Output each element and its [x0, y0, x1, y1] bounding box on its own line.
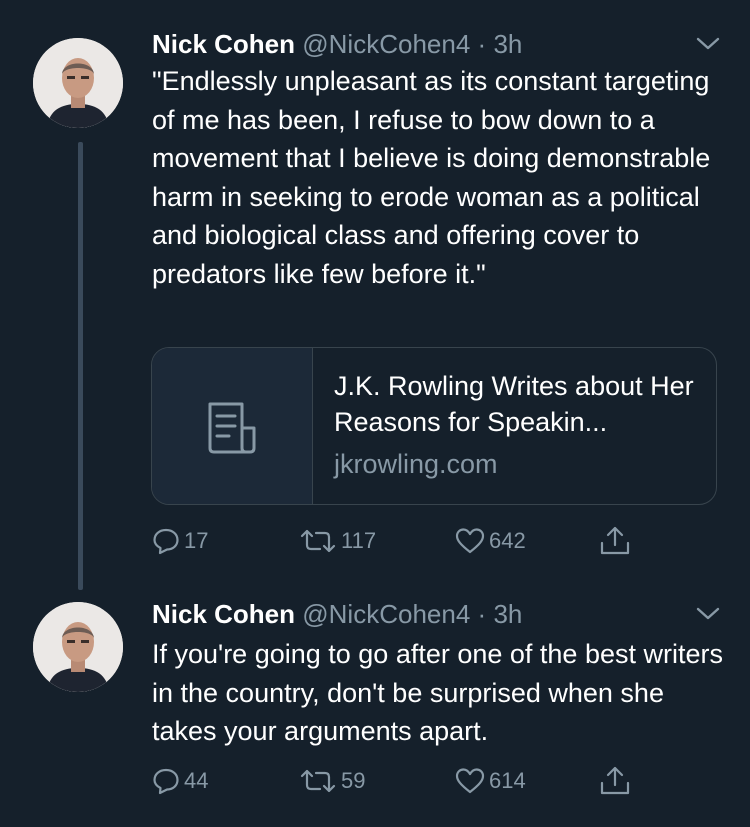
share-button[interactable] [598, 524, 632, 558]
like-button[interactable]: 614 [455, 764, 526, 798]
like-count: 642 [489, 528, 526, 553]
link-card-thumbnail [152, 348, 313, 504]
link-card-title: J.K. Rowling Writes about Her Reasons fo… [334, 371, 694, 437]
retweet-count: 117 [341, 528, 377, 553]
author-handle[interactable]: @NickCohen4 [302, 29, 470, 59]
retweet-button[interactable]: 117 [299, 524, 376, 558]
author-name[interactable]: Nick Cohen [152, 599, 295, 629]
avatar-photo-icon [33, 602, 123, 692]
link-card-domain: jkrowling.com [334, 449, 498, 479]
tweet-time[interactable]: 3h [493, 29, 522, 59]
author-handle[interactable]: @NickCohen4 [302, 599, 470, 629]
separator-dot: · [477, 29, 487, 59]
retweet-icon [300, 529, 336, 553]
tweet-text: If you're going to go after one of the b… [152, 639, 723, 746]
chevron-down-icon[interactable] [694, 34, 722, 54]
reply-icon [153, 528, 179, 555]
like-count: 614 [489, 768, 526, 793]
tweet-header: Nick Cohen @NickCohen4 · 3h [152, 28, 522, 60]
share-button[interactable] [598, 764, 632, 798]
tweet[interactable]: Nick Cohen @NickCohen4 · 3h "Endlessly u… [0, 0, 750, 590]
retweet-count: 59 [341, 768, 366, 793]
reply-count: 44 [184, 768, 209, 793]
author-name[interactable]: Nick Cohen [152, 29, 295, 59]
avatar[interactable] [33, 602, 123, 692]
reply-button[interactable]: 44 [152, 764, 208, 798]
like-button[interactable]: 642 [455, 524, 526, 558]
retweet-button[interactable]: 59 [299, 764, 365, 798]
reply-count: 17 [184, 528, 209, 553]
thread-line [78, 142, 83, 590]
share-icon [600, 766, 630, 795]
tweet-text: "Endlessly unpleasant as its constant ta… [152, 66, 711, 289]
reply-button[interactable]: 17 [152, 524, 208, 558]
avatar[interactable] [33, 38, 123, 128]
tweet-header: Nick Cohen @NickCohen4 · 3h [152, 598, 522, 630]
tweet-actions: 17 117 642 [152, 524, 672, 558]
link-card[interactable]: J.K. Rowling Writes about Her Reasons fo… [151, 347, 717, 505]
reply-icon [153, 768, 179, 795]
heart-icon [455, 768, 485, 794]
share-icon [600, 526, 630, 555]
tweet-actions: 44 59 614 [152, 764, 672, 798]
retweet-icon [300, 769, 336, 793]
separator-dot: · [477, 599, 487, 629]
avatar-photo-icon [33, 38, 123, 128]
heart-icon [455, 528, 485, 554]
chevron-down-icon[interactable] [694, 604, 722, 624]
tweet-time[interactable]: 3h [493, 599, 522, 629]
document-icon [208, 402, 256, 454]
